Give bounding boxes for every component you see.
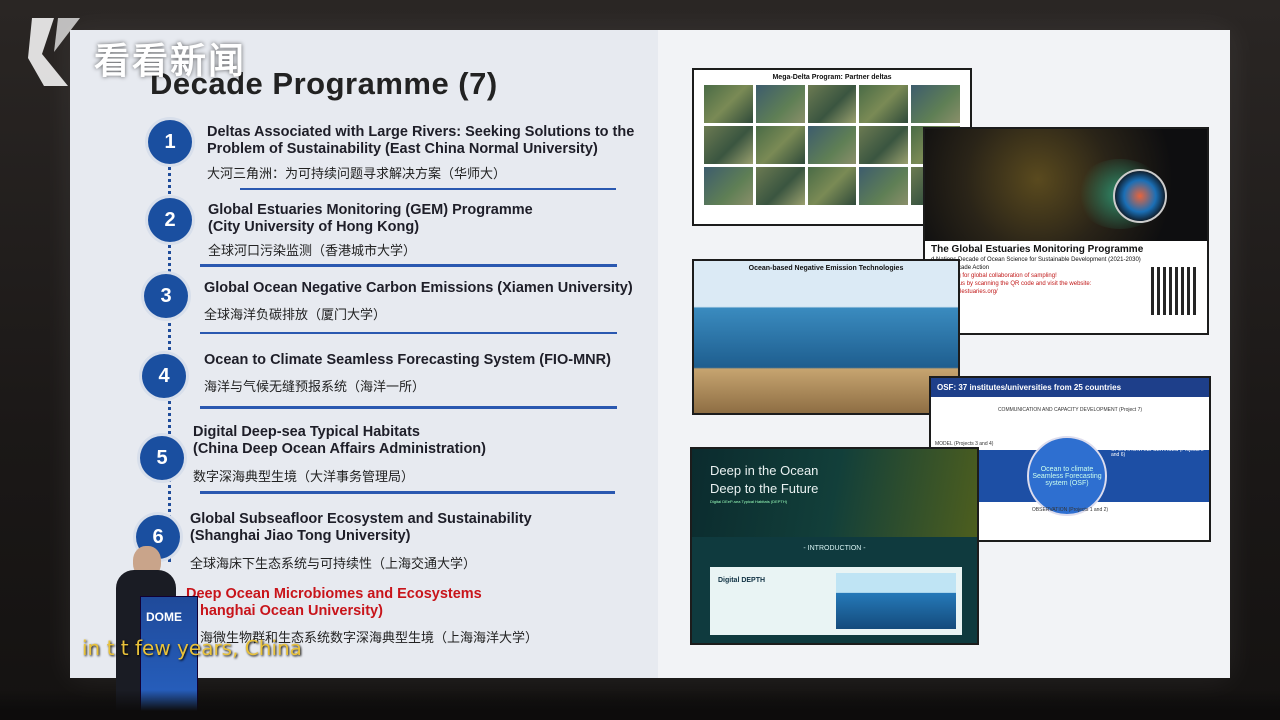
podium-label: DOME [146,610,182,624]
delta-map-tile [807,85,857,123]
negative-emission-thumbnail: Ocean-based Negative Emission Technologi… [692,259,960,415]
item-7-title-line1: Deep Ocean Microbiomes and Ecosystems [186,586,482,602]
watermark-text: 看看新闻 [94,41,247,82]
delta-map-tile [755,167,805,205]
ocean-illustration [836,573,956,629]
item-2-title-line2: (City University of Hong Kong) [208,219,420,235]
osf-header: OSF: 37 institutes/universities from 25 … [931,378,1209,397]
item-2-title-line1: Global Estuaries Monitoring (GEM) Progra… [208,202,533,218]
delta-map-tile [704,167,753,205]
divider [240,188,616,190]
item-number-1: 1 [148,120,192,164]
deep-ocean-thumbnail: Deep in the Ocean Deep to the Future Dig… [690,447,979,645]
item-6-title-line1: Global Subseafloor Ecosystem and Sustain… [190,511,532,527]
delta-map-tile [859,167,909,205]
item-1-title-line1: Deltas Associated with Large Rivers: See… [207,124,635,140]
delta-map-tile [807,167,857,205]
osf-capacity-label: COMMUNICATION AND CAPACITY DEVELOPMENT (… [997,407,1143,413]
deep-title-1: Deep in the Ocean [710,463,819,478]
delta-map-tile [755,85,805,123]
item-number-4: 4 [142,354,186,398]
item-4-chinese: 海洋与气候无缝预报系统（海洋一所） [204,380,426,395]
item-number-2: 2 [148,198,192,242]
item-2-chinese: 全球河口污染监测（香港城市大学） [208,244,417,259]
watermark: 看看新闻 [24,14,284,90]
item-4-title-line1: Ocean to Climate Seamless Forecasting Sy… [204,352,611,368]
delta-map-tile [859,85,909,123]
item-5-title-line1: Digital Deep-sea Typical Habitats [193,424,420,440]
gem-thumbnail: The Global Estuaries Monitoring Programm… [923,127,1209,335]
kankan-logo-icon [28,18,80,86]
gem-subtitle-1: d Nations Decade of Ocean Science for Su… [931,257,1141,263]
deep-introduction-label: - INTRODUCTION - [803,545,866,552]
delta-map-tile [859,126,909,164]
gem-logo-icon [1113,169,1167,223]
item-number-5: 5 [140,436,184,480]
item-5-title-line2: (China Deep Ocean Affairs Administration… [193,441,486,457]
gem-title: The Global Estuaries Monitoring Programm… [931,244,1144,255]
divider [200,332,617,334]
deep-title-2: Deep to the Future [710,481,819,496]
delta-map-tile [704,85,753,123]
negative-emission-title: Ocean-based Negative Emission Technologi… [748,265,904,272]
item-6-chinese: 全球海床下生态系统与可持续性（上海交通大学） [190,557,477,572]
item-number-3: 3 [144,274,188,318]
delta-map-tile [911,85,960,123]
delta-map-tile [755,126,805,164]
item-3-chinese: 全球海洋负碳排放（厦门大学） [204,308,387,323]
delta-map-tile [807,126,857,164]
delta-map-tile [704,126,753,164]
divider [200,264,617,267]
divider [200,406,617,409]
osf-operations-label: OPERATION AND SERVICES (Projects 5 and 6… [1111,447,1204,458]
osf-circle: Ocean to climate Seamless Forecasting sy… [1027,436,1107,516]
deep-box-title: Digital DEPTH [718,577,766,584]
item-3-title-line1: Global Ocean Negative Carbon Emissions (… [204,280,633,296]
item-6-title-line2: (Shanghai Jiao Tong University) [190,528,411,544]
divider [200,491,615,494]
audience-silhouettes [0,690,1280,720]
deep-intro-box: Digital DEPTH [710,567,962,635]
item-1-chinese: 大河三角洲：为可持续问题寻求解决方案（华师大） [207,167,507,182]
deep-subtitle: Digital DEeP-sea Typical Habitats (DEPTH… [710,499,788,504]
delta-thumbnail-title: Mega-Delta Program: Partner deltas [772,74,892,81]
deep-ocean-banner: Deep in the Ocean Deep to the Future Dig… [692,449,977,537]
gem-world-map [925,129,1207,241]
video-subtitle: in t t few years, China [82,636,302,660]
item-7-title-line2: hanghai Ocean University) [200,603,383,619]
item-1-title-line2: Problem of Sustainability (East China No… [207,141,598,157]
qr-code-icon [1151,267,1199,315]
item-5-chinese: 数字深海典型生境（大洋事务管理局） [193,470,415,485]
